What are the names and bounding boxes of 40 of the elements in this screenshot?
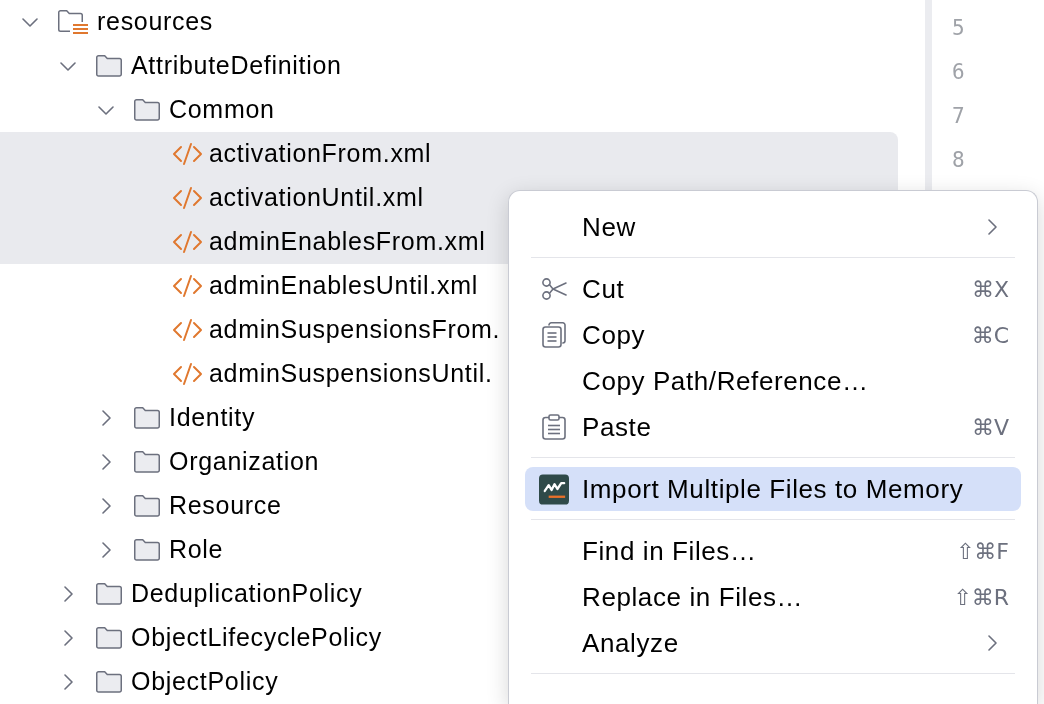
folder-icon xyxy=(134,495,160,517)
scissors-icon xyxy=(541,278,567,300)
line-number: 6 xyxy=(952,59,965,87)
plugin-logo-icon xyxy=(539,473,569,505)
menu-item[interactable]: Find in Files… ⇧⌘F xyxy=(525,529,1021,573)
folder-icon xyxy=(134,99,160,121)
menu-item[interactable]: Paste ⌘V xyxy=(525,405,1021,449)
folder-icon xyxy=(96,583,122,605)
menu-item[interactable]: Cut ⌘X xyxy=(525,267,1021,311)
shortcut-text: ⌘X xyxy=(971,275,1009,304)
code-file-icon xyxy=(172,362,203,386)
menu-item[interactable]: Copy ⌘C xyxy=(525,313,1021,357)
copy-icon xyxy=(542,322,566,348)
tree-row[interactable]: AttributeDefinition xyxy=(0,44,898,88)
tree-row[interactable]: Common xyxy=(0,88,898,132)
code-file-icon xyxy=(172,186,203,210)
folder-icon xyxy=(96,627,122,649)
tree-row[interactable]: resources xyxy=(0,0,898,44)
line-number: 7 xyxy=(952,103,965,131)
folder-icon xyxy=(96,55,122,77)
line-number: 8 xyxy=(952,147,965,175)
folder-icon xyxy=(96,671,122,693)
code-file-icon xyxy=(172,318,203,342)
menu-item[interactable]: Copy Path/Reference… xyxy=(525,359,1021,403)
line-number: 5 xyxy=(952,15,965,43)
resources-folder-icon xyxy=(58,10,88,34)
shortcut-text: ⇧⌘F xyxy=(955,537,1009,566)
menu-item[interactable]: Replace in Files… ⇧⌘R xyxy=(525,575,1021,619)
shortcut-text: ⌘C xyxy=(971,321,1009,350)
clipboard-icon xyxy=(542,414,566,440)
folder-icon xyxy=(134,451,160,473)
code-file-icon xyxy=(172,274,203,298)
code-file-icon xyxy=(172,142,203,166)
folder-icon xyxy=(134,539,160,561)
code-file-icon xyxy=(172,230,203,254)
menu-item[interactable]: Import Multiple Files to Memory xyxy=(525,467,1021,511)
folder-icon xyxy=(134,407,160,429)
shortcut-text: ⇧⌘R xyxy=(953,583,1009,612)
shortcut-text: ⌘V xyxy=(971,413,1009,442)
tree-row[interactable]: activationFrom.xml xyxy=(0,132,898,176)
